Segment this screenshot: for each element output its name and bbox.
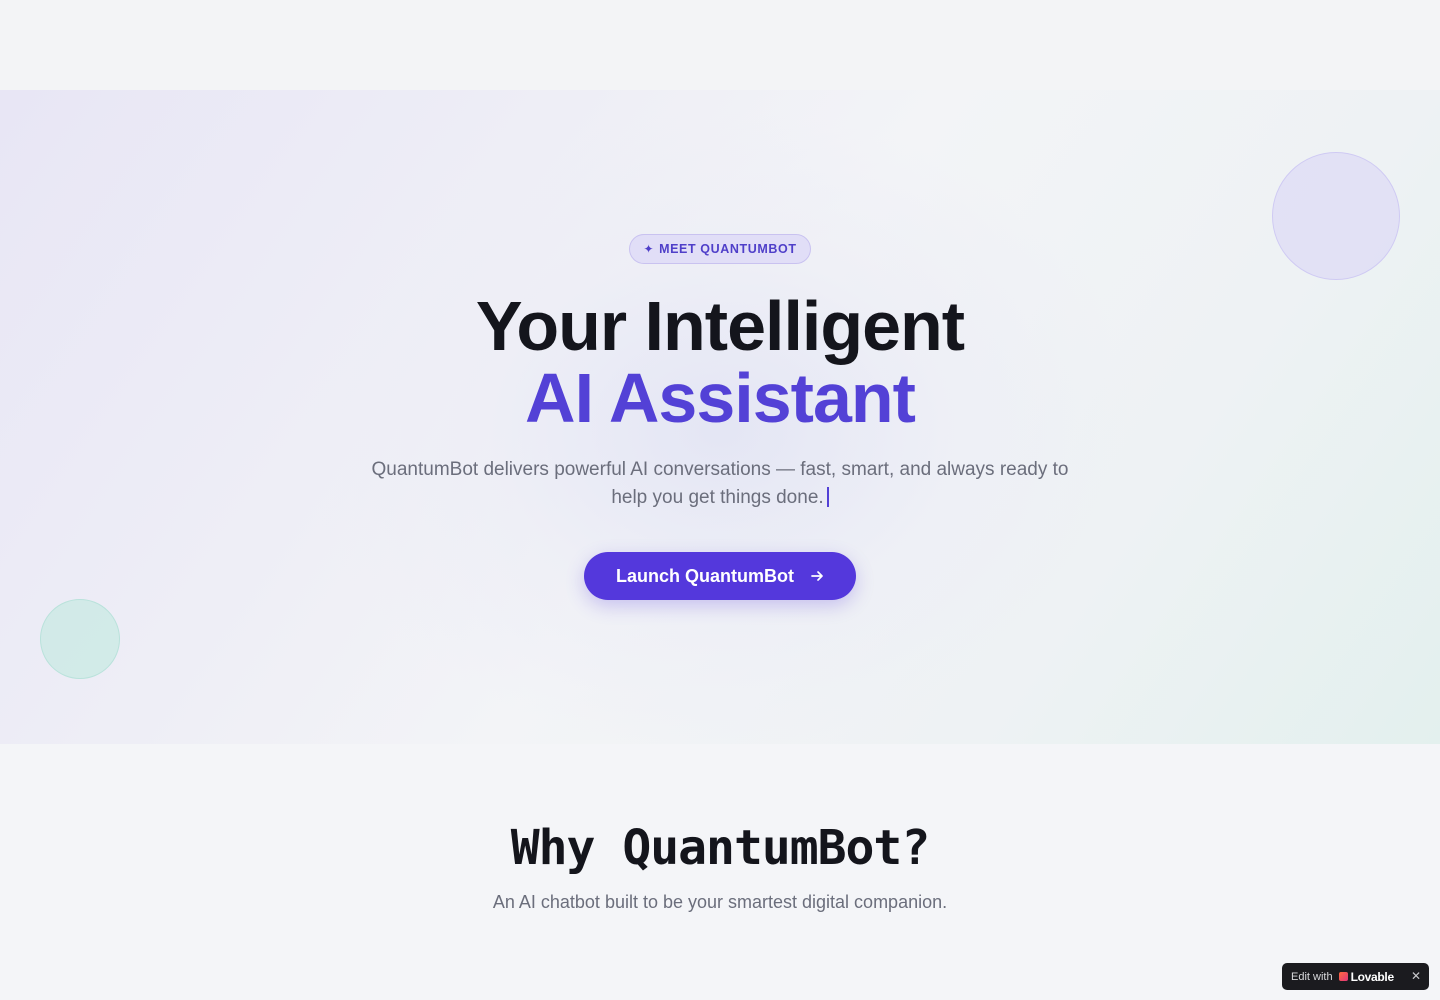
hero-title-line2: AI Assistant — [525, 359, 916, 437]
lovable-brand: Lovable — [1350, 969, 1395, 984]
edit-with-lovable-badge[interactable]: Edit with Lovable ✕ — [1282, 963, 1429, 990]
decorative-circle-teal — [40, 599, 120, 679]
close-icon[interactable]: ✕ — [1411, 969, 1421, 983]
lovable-prefix: Edit with — [1291, 970, 1333, 983]
hero-title-line1: Your Intelligent — [475, 287, 965, 365]
lovable-heart-icon — [1338, 972, 1348, 981]
typing-caret — [826, 487, 829, 507]
hero-section: ✦ MEET QUANTUMBOT Your Intelligent AI As… — [0, 90, 1440, 744]
hero-subtitle-text: QuantumBot delivers powerful AI conversa… — [371, 459, 1069, 508]
lovable-logo: Lovable — [1338, 969, 1395, 984]
badge-label: MEET QUANTUMBOT — [659, 242, 797, 256]
arrow-right-icon — [810, 569, 824, 583]
decorative-circle-purple — [1272, 152, 1400, 280]
launch-button-label: Launch QuantumBot — [616, 565, 794, 586]
sparkle-icon: ✦ — [643, 242, 655, 256]
hero-subtitle: QuantumBot delivers powerful AI conversa… — [370, 456, 1070, 512]
meet-badge: ✦ MEET QUANTUMBOT — [629, 234, 811, 264]
why-section-title: Why QuantumBot? — [510, 820, 930, 876]
top-nav-bar — [0, 0, 1440, 90]
launch-button[interactable]: Launch QuantumBot — [584, 552, 856, 600]
why-section-subtitle: An AI chatbot built to be your smartest … — [492, 892, 948, 912]
